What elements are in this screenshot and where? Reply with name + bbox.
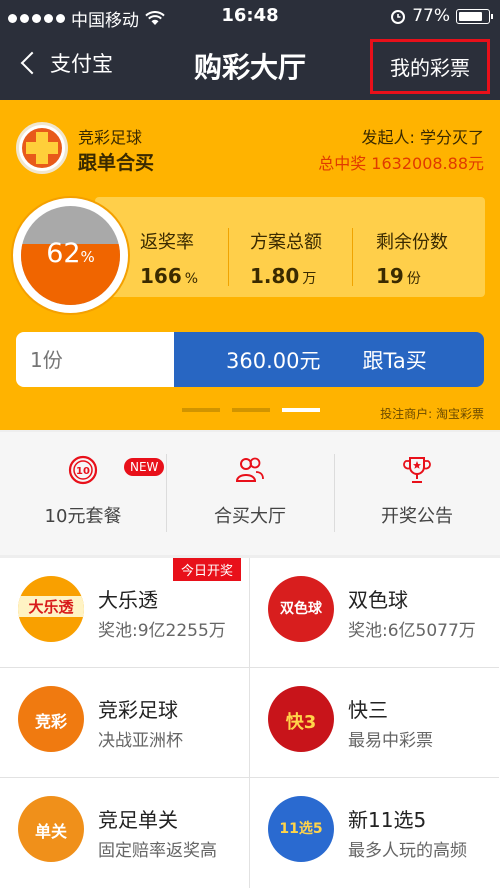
icon-lettering: 单关 bbox=[34, 822, 67, 841]
quick-item-group-buy[interactable]: 合买大厅 bbox=[167, 432, 333, 555]
battery-icon bbox=[456, 8, 493, 24]
quick-item-10yuan[interactable]: 10 NEW 10元套餐 bbox=[0, 432, 166, 555]
lottery-type: 竞彩足球 bbox=[78, 128, 143, 147]
single-match-icon: 单关 bbox=[18, 796, 84, 862]
game-desc: 奖池:6亿5077万 bbox=[348, 621, 476, 641]
stat-value: 19 bbox=[376, 264, 404, 288]
game-name: 竞彩足球 bbox=[98, 698, 178, 722]
carousel-indicator bbox=[182, 408, 320, 412]
total-win: 总中奖 1632008.88元 bbox=[318, 154, 484, 173]
page-dot[interactable] bbox=[182, 408, 220, 412]
stat-return-rate: 返奖率 166% bbox=[140, 228, 198, 288]
jingcai-football-icon: 竞彩 bbox=[18, 686, 84, 752]
alarm-icon bbox=[391, 10, 406, 24]
quick-item-draw-results[interactable]: 开奖公告 bbox=[334, 432, 500, 555]
game-item-daletou[interactable]: 大乐透 大乐透 奖池:9亿2255万 今日开奖 bbox=[0, 558, 249, 668]
merchant-label: 投注商户: 淘宝彩票 bbox=[380, 407, 484, 421]
game-desc: 决战亚洲杯 bbox=[98, 731, 183, 751]
initiator: 发起人: 学分灭了 bbox=[361, 128, 484, 147]
svg-text:10: 10 bbox=[76, 466, 90, 477]
progress-unit: % bbox=[80, 248, 95, 266]
stat-value: 1.80 bbox=[250, 264, 300, 288]
follow-buy-button[interactable]: 360.00元 跟Ta买 bbox=[174, 332, 484, 387]
game-item-eleven-five[interactable]: 11选5 新11选5 最多人玩的高频 bbox=[250, 778, 499, 888]
quick-item-label: 10元套餐 bbox=[44, 506, 122, 527]
battery-percent: 77% bbox=[412, 6, 450, 26]
page-dot[interactable] bbox=[232, 408, 270, 412]
draw-today-badge: 今日开奖 bbox=[173, 558, 242, 581]
icon-lettering: 快3 bbox=[285, 712, 317, 733]
game-name: 双色球 bbox=[348, 588, 408, 612]
icon-lettering: 双色球 bbox=[280, 601, 322, 617]
icon-lettering: 大乐透 bbox=[18, 596, 84, 617]
follow-buy-label: 跟Ta买 bbox=[362, 348, 427, 373]
stat-divider bbox=[352, 228, 353, 286]
group-icon bbox=[235, 457, 264, 482]
new-badge: NEW bbox=[124, 458, 165, 476]
game-desc: 最易中彩票 bbox=[348, 731, 433, 751]
progress-value: 62 bbox=[46, 238, 81, 269]
game-name: 大乐透 bbox=[98, 588, 158, 612]
amount-label: 360.00元 bbox=[226, 348, 321, 373]
stat-remaining: 剩余份数 19 份 bbox=[376, 228, 448, 288]
game-item-jingcai-football[interactable]: 竞彩 竞彩足球 决战亚洲杯 bbox=[0, 668, 249, 778]
status-bar: 中国移动 16:48 77% bbox=[0, 0, 500, 32]
shuangseqiu-icon: 双色球 bbox=[268, 576, 334, 642]
game-name: 快三 bbox=[348, 698, 388, 722]
quick-menu: 10 NEW 10元套餐 合买大厅 开奖公告 bbox=[0, 432, 500, 555]
purchase-bar: 360.00元 跟Ta买 bbox=[16, 332, 484, 387]
lottery-games-grid: 大乐透 大乐透 奖池:9亿2255万 今日开奖 双色球 双色球 奖池:6亿507… bbox=[0, 558, 500, 888]
icon-lettering: 竞彩 bbox=[34, 712, 67, 731]
stat-label: 返奖率 bbox=[140, 232, 194, 253]
quick-item-label: 合买大厅 bbox=[214, 506, 286, 527]
stat-unit: 份 bbox=[406, 271, 421, 287]
game-item-shuangseqiu[interactable]: 双色球 双色球 奖池:6亿5077万 bbox=[250, 558, 499, 668]
daletou-icon: 大乐透 bbox=[18, 576, 84, 642]
eleven-five-icon: 11选5 bbox=[268, 796, 334, 862]
trophy-icon bbox=[403, 457, 431, 483]
stat-plan-total: 方案总额 1.80 万 bbox=[250, 228, 322, 288]
stat-unit: 万 bbox=[302, 271, 317, 287]
game-desc: 最多人玩的高频 bbox=[348, 841, 467, 861]
game-item-single-match[interactable]: 单关 竞足单关 固定赔率返奖高 bbox=[0, 778, 249, 888]
stat-label: 剩余份数 bbox=[376, 232, 448, 253]
icon-lettering: 11选5 bbox=[279, 821, 323, 837]
game-desc: 固定赔率返奖高 bbox=[98, 841, 217, 861]
my-lottery-button[interactable]: 我的彩票 bbox=[370, 39, 490, 94]
top-bar: 中国移动 16:48 77% 支付宝 购彩大厅 我的彩票 bbox=[0, 0, 500, 100]
featured-plan-banner[interactable]: 竞彩足球 跟单合买 发起人: 学分灭了 总中奖 1632008.88元 62% … bbox=[0, 100, 500, 430]
nav-bar: 支付宝 购彩大厅 我的彩票 bbox=[0, 36, 500, 98]
game-name: 新11选5 bbox=[348, 808, 427, 832]
game-name: 竞足单关 bbox=[98, 808, 178, 832]
quick-item-label: 开奖公告 bbox=[381, 506, 453, 527]
ten-yuan-icon: 10 bbox=[68, 455, 98, 485]
plan-subtitle: 跟单合买 bbox=[78, 152, 155, 174]
progress-gauge: 62% bbox=[13, 198, 128, 313]
kuaisan-icon: 快3 bbox=[268, 686, 334, 752]
quantity-input[interactable] bbox=[16, 332, 174, 387]
game-item-kuaisan[interactable]: 快3 快三 最易中彩票 bbox=[250, 668, 499, 778]
jingcai-logo-icon bbox=[16, 122, 68, 174]
stat-unit: % bbox=[184, 271, 199, 287]
stat-value: 166 bbox=[140, 264, 182, 288]
game-desc: 奖池:9亿2255万 bbox=[98, 621, 226, 641]
stat-label: 方案总额 bbox=[250, 232, 322, 253]
page-dot-active[interactable] bbox=[282, 408, 320, 412]
stat-divider bbox=[228, 228, 229, 286]
